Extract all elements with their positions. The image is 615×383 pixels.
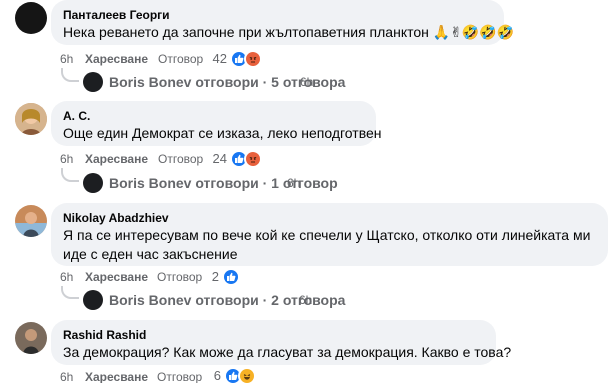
- comment-text: Още един Демократ се изказа, леко неподг…: [63, 125, 382, 141]
- angry-icon: [244, 150, 262, 168]
- reaction-count: 2: [211, 269, 219, 284]
- reaction-summary[interactable]: 6: [214, 367, 260, 383]
- comment-actions: 6h Харесване Отговор: [60, 51, 360, 67]
- comment-text: За демокрация? Как може да гласуват за д…: [63, 344, 512, 360]
- angry-icon: [244, 50, 262, 68]
- comment-time[interactable]: 6h: [60, 51, 73, 67]
- comment-text: Нека реването да започне при жълтопаветн…: [63, 24, 515, 40]
- reaction-summary[interactable]: 42: [213, 50, 270, 68]
- avatar[interactable]: [15, 2, 47, 34]
- like-button[interactable]: Харесване: [85, 51, 148, 67]
- comment-bubble: A. C. Още един Демократ се изказа, леко …: [51, 101, 382, 146]
- reply-button[interactable]: Отговор: [158, 151, 203, 167]
- avatar[interactable]: [15, 103, 47, 135]
- comment-text: Я па се интересувам по вече кой ке спече…: [63, 227, 591, 262]
- comment-bubble: Nikolay Abadzhiev Я па се интересувам по…: [51, 203, 608, 266]
- replies-time: 6h: [300, 75, 314, 89]
- avatar[interactable]: [15, 205, 47, 237]
- reply-button[interactable]: Отговор: [157, 269, 202, 285]
- comment-actions: 6h Харесване Отговор: [60, 151, 360, 167]
- replies-summary[interactable]: Boris Bonev отговори · 1 отговор: [109, 173, 338, 193]
- reaction-count: 24: [212, 151, 227, 166]
- thread-connector: [61, 168, 79, 182]
- reply-avatar: [83, 72, 103, 92]
- view-replies-link[interactable]: Boris Bonev отговори · 1 отговор 6h: [109, 173, 359, 197]
- replies-time: 6h: [299, 293, 313, 307]
- reply-button[interactable]: Отговор: [157, 369, 202, 383]
- reply-button[interactable]: Отговор: [158, 51, 203, 67]
- reply-avatar: [83, 290, 103, 310]
- thread-connector: [61, 68, 79, 82]
- comment-author[interactable]: Rashid Rashid: [63, 327, 484, 343]
- comment-actions: 6h Харесване Отговор: [60, 269, 360, 285]
- reaction-count: 6: [213, 368, 221, 383]
- haha-icon: [238, 367, 256, 383]
- view-replies-link[interactable]: Boris Bonev отговори · 5 отговора 6h: [109, 72, 359, 96]
- view-replies-link[interactable]: Boris Bonev отговори · 2 отговора 6h: [109, 290, 369, 314]
- replies-time: 6h: [287, 176, 301, 190]
- reaction-count: 42: [212, 51, 227, 66]
- reaction-summary[interactable]: 24: [213, 150, 270, 168]
- comment-author[interactable]: Панталеев Георги: [63, 7, 492, 23]
- comment-bubble: Панталеев Георги Нека реването да започн…: [51, 0, 515, 45]
- thread-connector: [61, 286, 79, 299]
- comment-time[interactable]: 6h: [60, 369, 73, 383]
- avatar[interactable]: [15, 322, 47, 354]
- reply-avatar: [83, 173, 103, 193]
- like-button[interactable]: Харесване: [85, 369, 148, 383]
- comment-author[interactable]: Nikolay Abadzhiev: [63, 210, 596, 226]
- comment-author[interactable]: A. C.: [63, 108, 364, 124]
- like-button[interactable]: Харесване: [85, 151, 148, 167]
- reaction-summary[interactable]: 2: [212, 268, 244, 286]
- comment-time[interactable]: 6h: [60, 269, 73, 285]
- comment-bubble: Rashid Rashid За демокрация? Как може да…: [51, 320, 512, 365]
- like-icon: [222, 268, 240, 286]
- like-button[interactable]: Харесване: [85, 269, 148, 285]
- comment-actions: 6h Харесване Отговор: [60, 369, 360, 383]
- comment-time[interactable]: 6h: [60, 151, 73, 167]
